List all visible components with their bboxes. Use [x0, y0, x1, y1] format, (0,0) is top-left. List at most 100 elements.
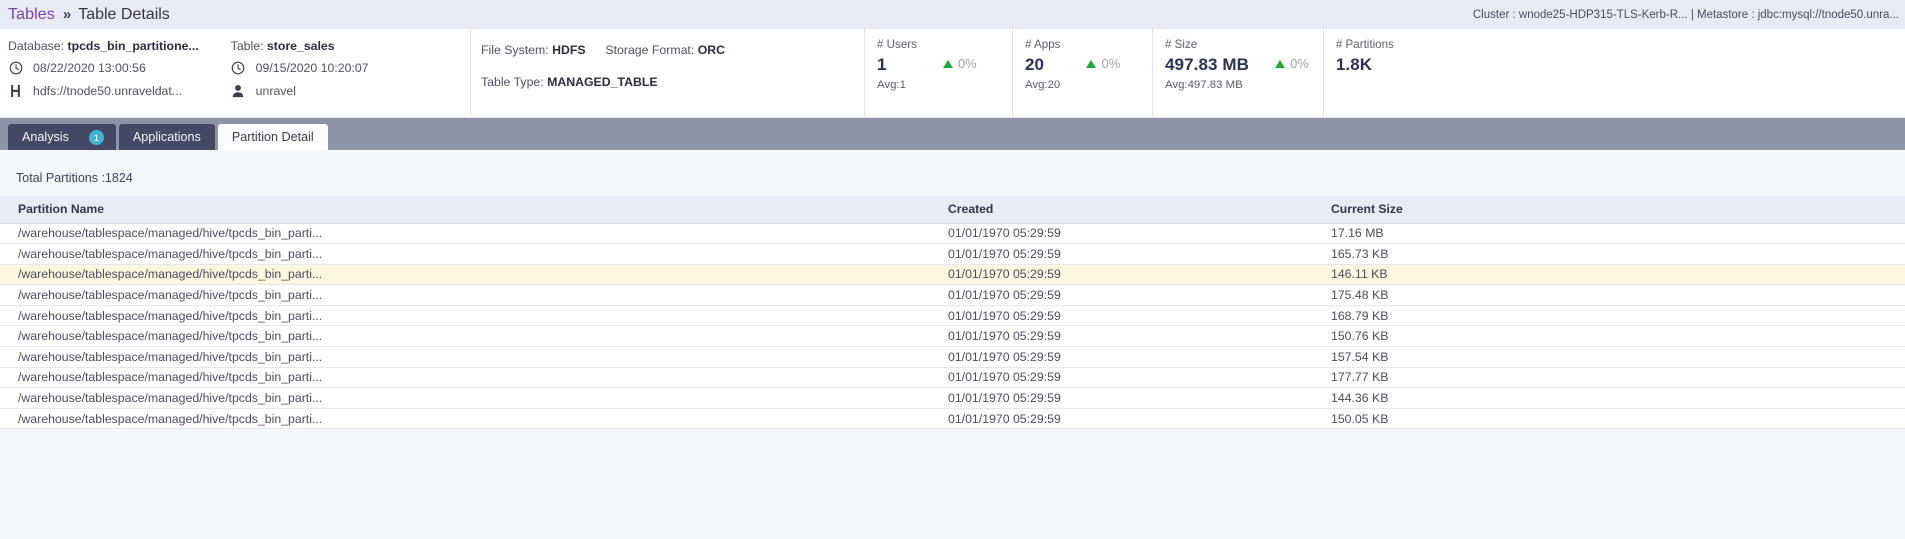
database-path-row: hdfs://tnode50.unraveldat...: [8, 83, 199, 98]
created-cell: 01/01/1970 05:29:59: [930, 243, 1313, 265]
table-row[interactable]: /warehouse/tablespace/managed/hive/tpcds…: [0, 346, 1905, 368]
stat-delta-value: 0%: [1101, 56, 1121, 71]
database-created-value: 08/22/2020 13:00:56: [33, 60, 146, 75]
created-cell: 01/01/1970 05:29:59: [930, 325, 1313, 348]
stat-delta-value: 0%: [957, 56, 977, 71]
current-size-cell: 165.73 KB: [1313, 243, 1905, 265]
stat-card-apps: # Apps 20 Avg:20 0%: [1012, 29, 1152, 117]
column-header-created[interactable]: Created: [930, 196, 1313, 224]
table-created-row: 09/15/2020 10:20:07: [231, 60, 369, 75]
tab-bar: Analysis 1 Applications Partition Detail: [0, 118, 1905, 150]
current-size-cell: 144.36 KB: [1313, 387, 1905, 409]
database-info-block: Database: tpcds_bin_partitione... 08/22/…: [8, 39, 213, 117]
table-header-row: Partition Name Created Current Size: [0, 196, 1905, 224]
total-partitions-label: Total Partitions :1824: [16, 171, 133, 185]
table-type-label: Table Type:: [481, 75, 544, 89]
created-cell: 01/01/1970 05:29:59: [930, 264, 1313, 286]
table-row[interactable]: /warehouse/tablespace/managed/hive/tpcds…: [0, 243, 1905, 265]
stat-average: Avg:1: [877, 79, 906, 91]
stat-card-size: # Size 497.83 MB Avg:497.83 MB 0%: [1152, 29, 1323, 117]
partition-name-cell: /warehouse/tablespace/managed/hive/tpcds…: [0, 284, 930, 306]
partition-name-cell: /warehouse/tablespace/managed/hive/tpcds…: [0, 264, 930, 286]
stat-card-partitions: # Partitions 1.8K: [1322, 29, 1468, 117]
table-info-block: Table: store_sales 09/15/2020 10:20:07 u…: [213, 39, 383, 117]
summary-format-group: File System: HDFS Storage Format: ORC Ta…: [470, 29, 864, 117]
tab-label: Applications: [132, 130, 201, 144]
database-value[interactable]: tpcds_bin_partitione...: [67, 39, 198, 53]
triangle-up-icon: [1086, 59, 1097, 68]
database-created-row: 08/22/2020 13:00:56: [8, 60, 199, 75]
table-owner-row: unravel: [231, 83, 369, 98]
created-cell: 01/01/1970 05:29:59: [930, 305, 1313, 327]
storage-format-label: Storage Format:: [605, 43, 695, 57]
stat-value: 1: [877, 55, 887, 74]
partition-name-cell: /warehouse/tablespace/managed/hive/tpcds…: [0, 408, 930, 430]
page-title: Table Details: [78, 5, 170, 23]
table-row[interactable]: /warehouse/tablespace/managed/hive/tpcds…: [0, 367, 1905, 389]
table-row[interactable]: /warehouse/tablespace/managed/hive/tpcds…: [0, 325, 1905, 348]
created-cell: 01/01/1970 05:29:59: [930, 223, 1313, 245]
table-label: Table:: [230, 39, 264, 53]
partition-name-cell: /warehouse/tablespace/managed/hive/tpcds…: [0, 305, 930, 327]
stat-label: # Apps: [1025, 38, 1061, 51]
file-system-value: HDFS: [552, 43, 586, 57]
current-size-cell: 150.76 KB: [1313, 325, 1905, 348]
stat-delta: 0%: [1086, 56, 1120, 71]
tabletype-line: Table Type: MANAGED_TABLE: [481, 75, 864, 89]
partition-name-cell: /warehouse/tablespace/managed/hive/tpcds…: [0, 325, 930, 348]
current-size-cell: 146.11 KB: [1313, 264, 1905, 286]
stat-delta: 0%: [942, 56, 977, 71]
table-row[interactable]: /warehouse/tablespace/managed/hive/tpcds…: [0, 387, 1905, 409]
table-owner-value: unravel: [255, 83, 297, 98]
hdfs-icon: [8, 83, 23, 98]
partition-detail-panel: Total Partitions :1824 Partition Name Cr…: [0, 150, 1905, 430]
current-size-cell: 157.54 KB: [1313, 346, 1905, 368]
partition-table-body: /warehouse/tablespace/managed/hive/tpcds…: [0, 223, 1905, 430]
current-size-cell: 17.16 MB: [1313, 223, 1905, 245]
table-value[interactable]: store_sales: [267, 39, 335, 53]
database-label: Database:: [8, 39, 65, 53]
table-row[interactable]: /warehouse/tablespace/managed/hive/tpcds…: [0, 264, 1905, 286]
clock-icon: [231, 60, 246, 75]
stat-label: # Size: [1165, 38, 1198, 51]
stat-label: # Partitions: [1335, 38, 1394, 51]
stat-delta-value: 0%: [1290, 56, 1309, 71]
table-summary-panel: Database: tpcds_bin_partitione... 08/22/…: [0, 29, 1905, 118]
table-row[interactable]: /warehouse/tablespace/managed/hive/tpcds…: [0, 223, 1905, 245]
table-type-value: MANAGED_TABLE: [547, 75, 658, 89]
partition-name-cell: /warehouse/tablespace/managed/hive/tpcds…: [0, 223, 930, 245]
current-size-cell: 150.05 KB: [1313, 408, 1905, 430]
partition-name-cell: /warehouse/tablespace/managed/hive/tpcds…: [0, 243, 930, 265]
created-cell: 01/01/1970 05:29:59: [930, 367, 1313, 389]
breadcrumb-separator-icon: »: [62, 6, 72, 23]
table-row[interactable]: /warehouse/tablespace/managed/hive/tpcds…: [0, 284, 1905, 306]
current-size-cell: 177.77 KB: [1313, 367, 1905, 389]
tab-label: Partition Detail: [231, 130, 314, 144]
stat-value: 497.83 MB: [1165, 55, 1250, 74]
stat-value: 20: [1025, 55, 1045, 74]
tab-badge-count: 1: [88, 129, 104, 145]
table-row[interactable]: /warehouse/tablespace/managed/hive/tpcds…: [0, 305, 1905, 327]
current-size-cell: 168.79 KB: [1313, 305, 1905, 327]
table-row[interactable]: /warehouse/tablespace/managed/hive/tpcds…: [0, 408, 1905, 430]
database-title: Database: tpcds_bin_partitione...: [8, 39, 199, 53]
stat-label: # Users: [877, 38, 917, 51]
stat-delta: 0%: [1275, 56, 1309, 71]
stat-average: Avg:20: [1025, 79, 1061, 91]
tab-partition-detail[interactable]: Partition Detail: [217, 124, 328, 150]
tab-label: Analysis: [22, 130, 69, 144]
column-header-current-size[interactable]: Current Size: [1313, 196, 1905, 224]
table-created-value: 09/15/2020 10:20:07: [255, 60, 369, 75]
tab-applications[interactable]: Applications: [118, 124, 215, 150]
user-icon: [231, 83, 246, 98]
partition-table: Partition Name Created Current Size /war…: [0, 196, 1905, 430]
partition-name-cell: /warehouse/tablespace/managed/hive/tpcds…: [0, 387, 930, 409]
column-header-partition-name[interactable]: Partition Name: [0, 196, 930, 224]
breadcrumb-link-tables[interactable]: Tables: [8, 6, 55, 24]
summary-stats-group: # Users 1 Avg:1 0% # Apps 20 Avg:20 0% #: [864, 29, 1905, 117]
triangle-up-icon: [942, 59, 953, 68]
storage-format-value: ORC: [697, 43, 726, 57]
current-size-cell: 175.48 KB: [1313, 284, 1905, 306]
partition-name-cell: /warehouse/tablespace/managed/hive/tpcds…: [0, 346, 930, 368]
tab-analysis[interactable]: Analysis 1: [8, 124, 116, 150]
